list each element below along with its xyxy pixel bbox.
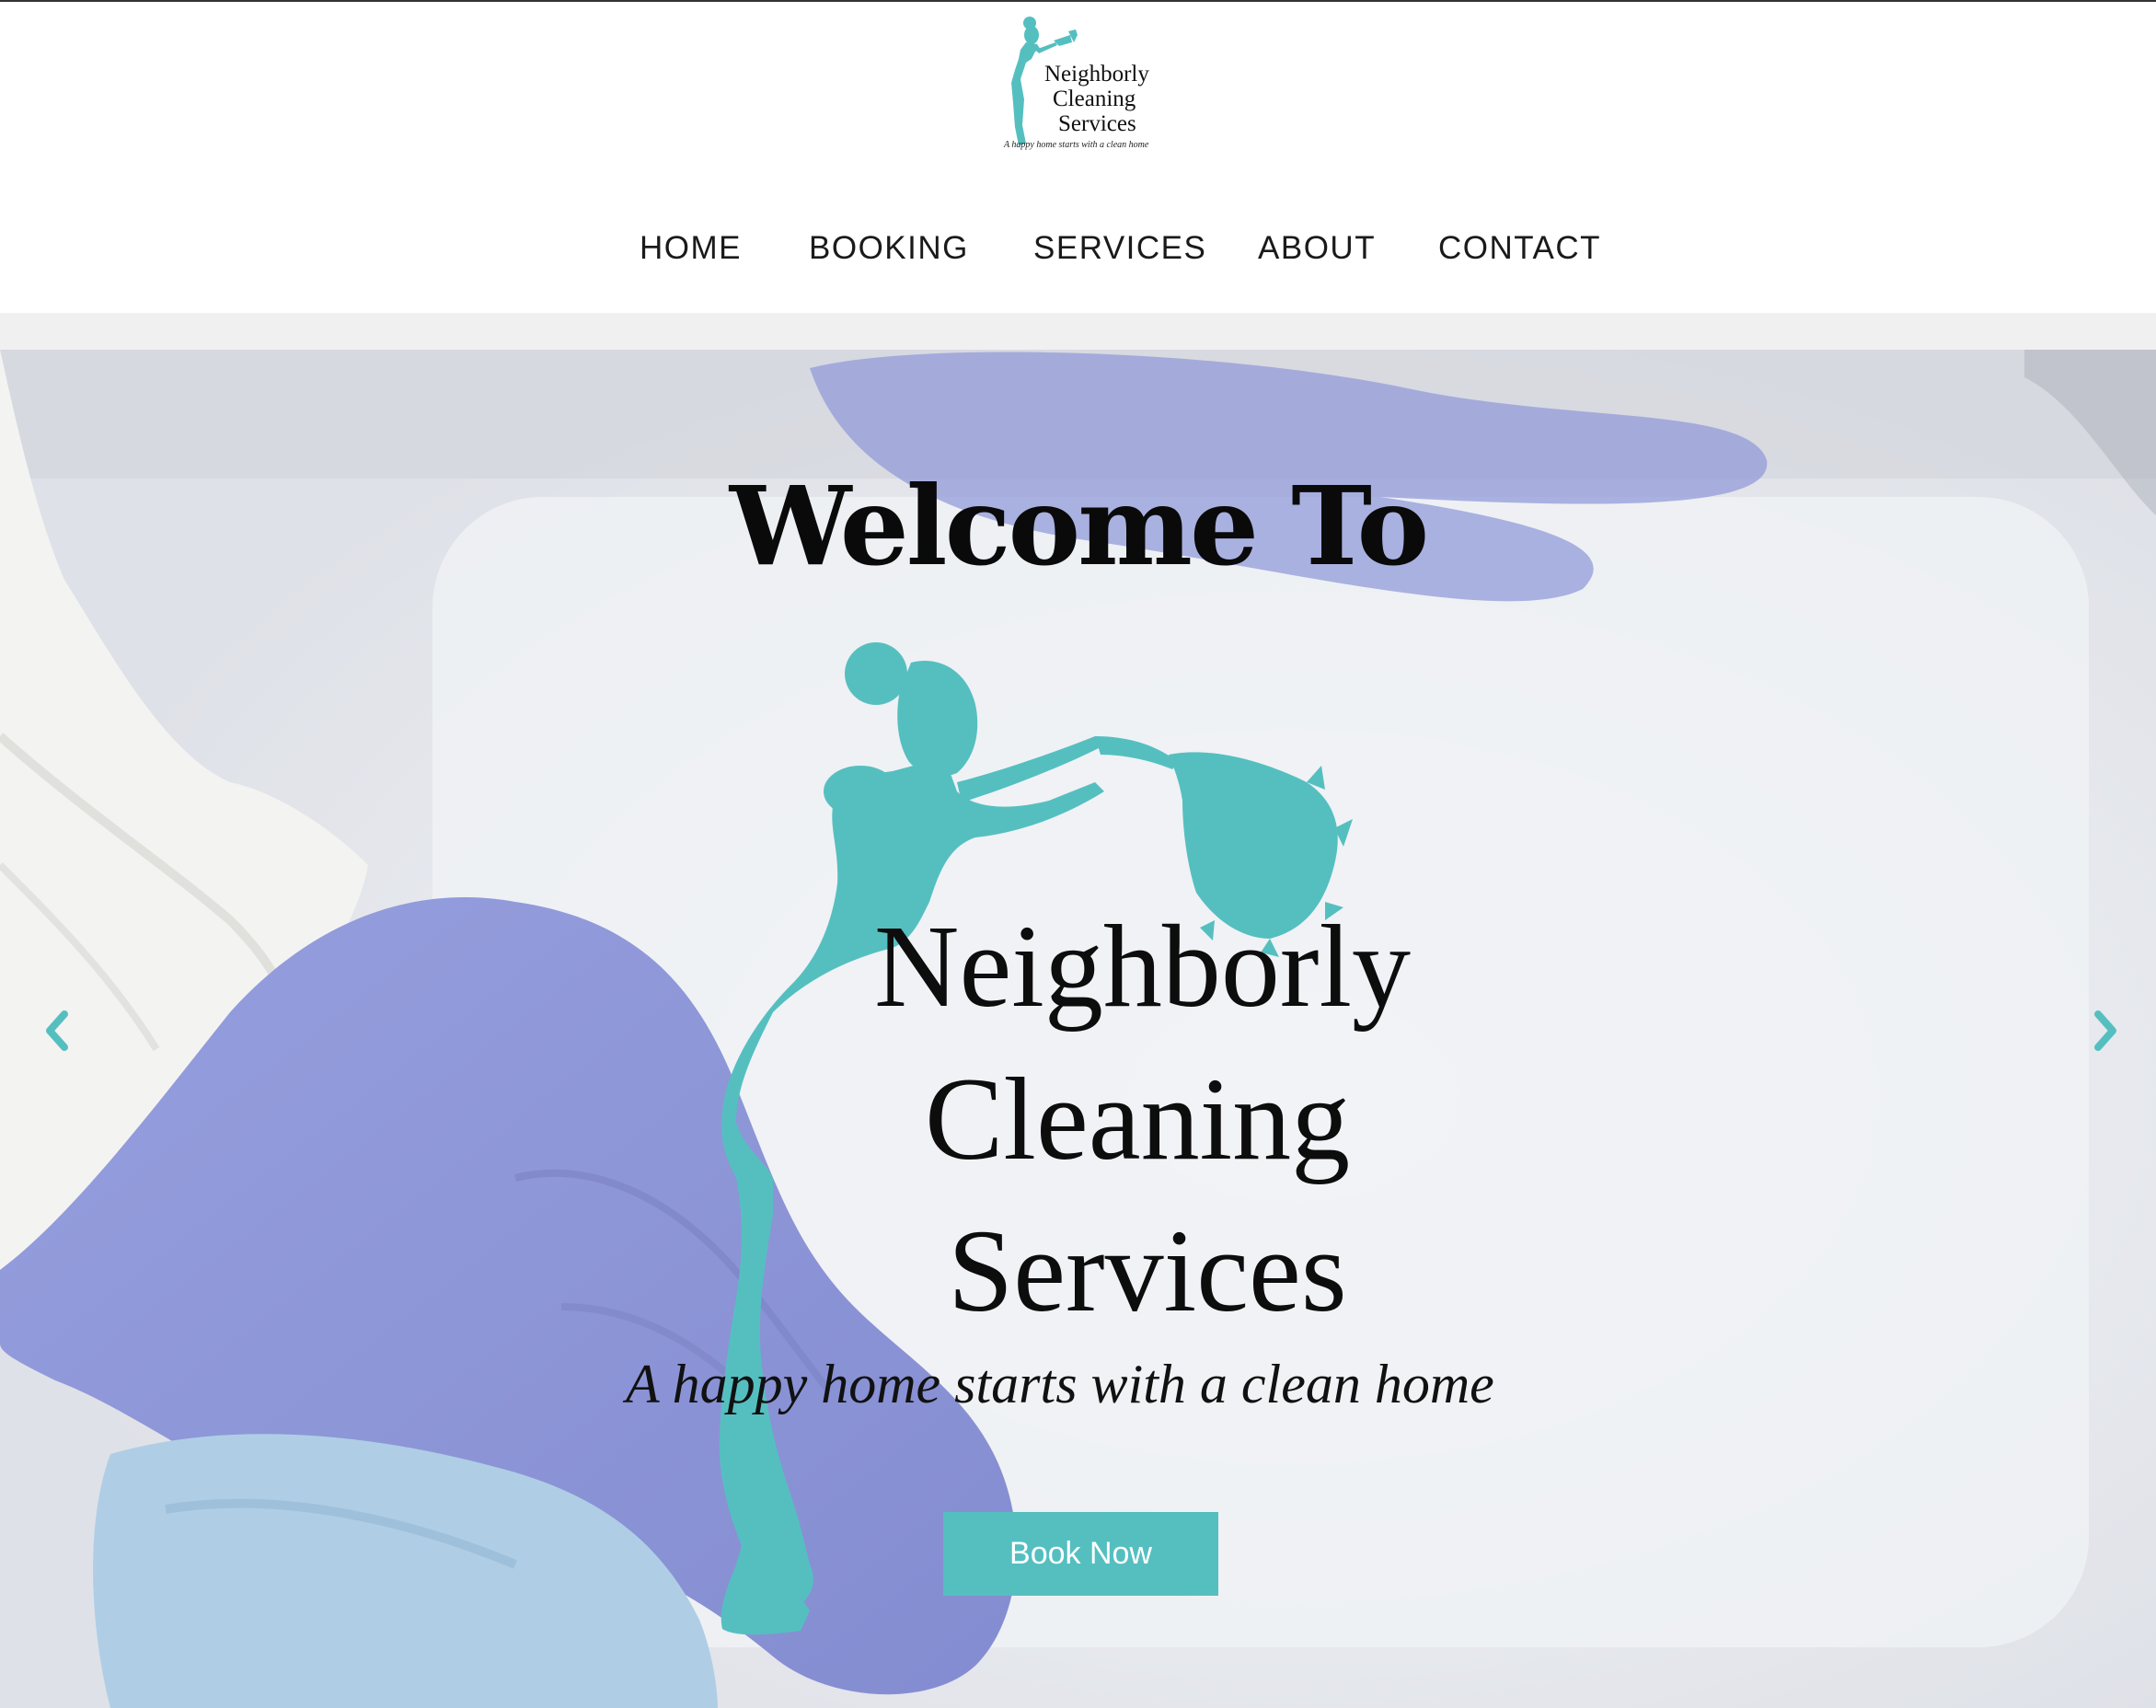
nav-booking[interactable]: BOOKING [809, 230, 969, 267]
logo-name-line-3: Services [1058, 111, 1136, 136]
nav-about[interactable]: ABOUT [1258, 230, 1376, 267]
chevron-left-icon [46, 1010, 68, 1051]
nav-contact[interactable]: CONTACT [1438, 230, 1601, 267]
hero-tagline: A happy home starts with a clean home [626, 1354, 1494, 1414]
logo-tagline: A happy home starts with a clean home [1004, 140, 1149, 150]
chevron-right-icon [2094, 1010, 2116, 1051]
header-logo[interactable]: Neighborly Cleaning Services A happy hom… [998, 15, 1164, 155]
header-divider [0, 313, 2156, 350]
slider-prev-button[interactable] [33, 1003, 79, 1058]
logo-name-line-1: Neighborly [1044, 62, 1149, 87]
hero-logo-line-3: Services [948, 1206, 1347, 1336]
nav-services[interactable]: SERVICES [1033, 230, 1206, 267]
hero-logo-line-1: Neighborly [874, 901, 1411, 1032]
nav-home[interactable]: HOME [640, 230, 742, 267]
hero-logo-line-2: Cleaning [925, 1054, 1351, 1184]
logo-name-line-2: Cleaning [1053, 87, 1136, 111]
slider-next-button[interactable] [2083, 1003, 2129, 1058]
hero-slider: Welcome To Neighborly Cleaning Services … [0, 350, 2156, 1708]
book-now-button[interactable]: Book Now [943, 1512, 1218, 1596]
site-header: Neighborly Cleaning Services A happy hom… [0, 2, 2156, 313]
page: Neighborly Cleaning Services A happy hom… [0, 0, 2156, 1708]
main-nav: HOME BOOKING SERVICES ABOUT CONTACT [0, 230, 2156, 276]
